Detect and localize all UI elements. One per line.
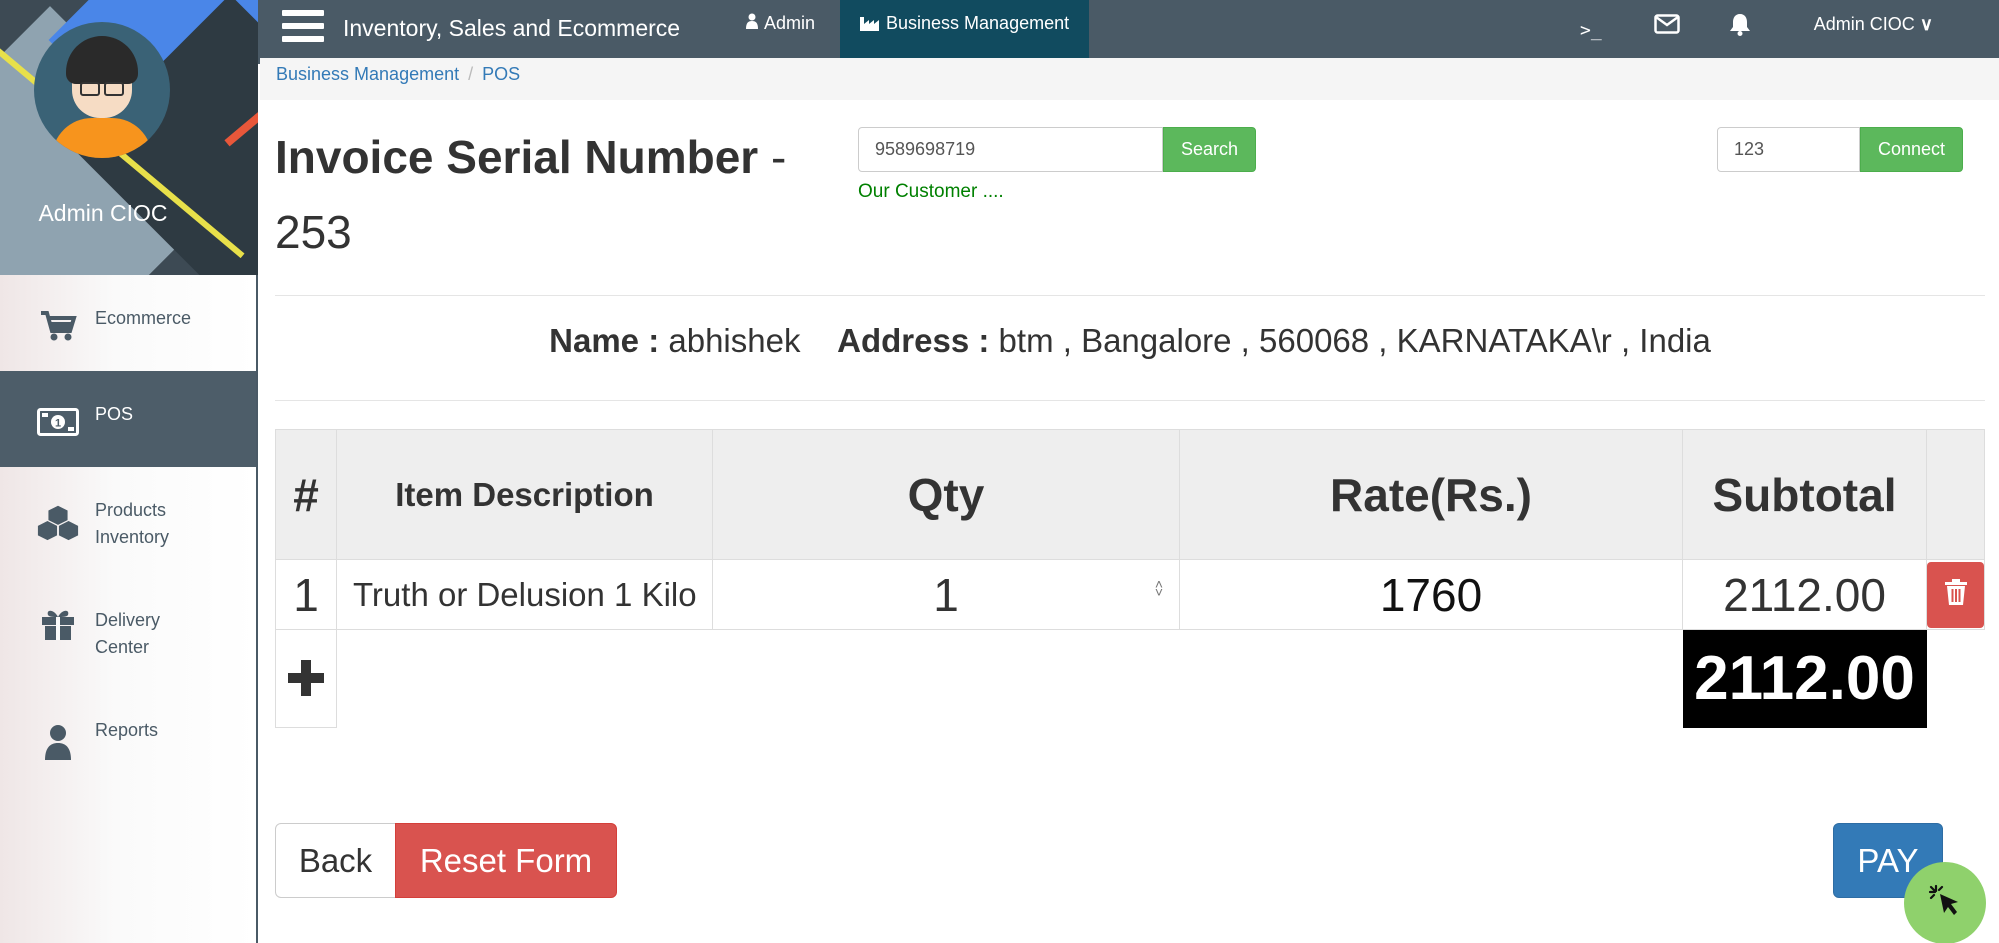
- avatar[interactable]: [34, 22, 170, 158]
- item-description-input[interactable]: Truth or Delusion 1 Kilo: [336, 559, 713, 630]
- plus-icon: [286, 647, 326, 710]
- spinner-arrows-icon[interactable]: ˄ ˅: [1155, 577, 1163, 599]
- top-navbar: Inventory, Sales and Ecommerce Admin Bus…: [258, 0, 1999, 64]
- sidebar-item-label: Delivery Center: [95, 610, 161, 657]
- sidebar-item-products-inventory[interactable]: Products Inventory: [0, 467, 256, 577]
- trash-icon: [1944, 579, 1967, 610]
- customer-name: abhishek: [668, 322, 801, 359]
- sidebar-item-delivery-center[interactable]: Delivery Center: [0, 577, 256, 687]
- column-header-actions: [1926, 429, 1985, 560]
- sidebar-item-reports[interactable]: Reports: [0, 687, 256, 783]
- add-row-button[interactable]: [275, 629, 337, 728]
- sidebar-item-label: Reports: [95, 720, 159, 740]
- connect-input[interactable]: [1717, 127, 1860, 172]
- divider: [275, 295, 1985, 296]
- invoice-number: 253: [275, 206, 352, 258]
- column-header-qty: Qty: [712, 429, 1180, 560]
- back-button[interactable]: Back: [275, 823, 396, 898]
- customer-address: btm , Bangalore , 560068 , KARNATAKA\r ,…: [998, 322, 1711, 359]
- invoice-items-table: # Item Description Qty Rate(Rs.) Subtota…: [275, 429, 1985, 728]
- column-header-rate: Rate(Rs.): [1179, 429, 1683, 560]
- bell-icon[interactable]: [1728, 12, 1752, 42]
- sidebar-item-ecommerce[interactable]: Ecommerce: [0, 275, 256, 371]
- cubes-icon: [36, 505, 80, 541]
- row-subtotal: 2112.00: [1682, 559, 1927, 630]
- table-row: 1 Truth or Delusion 1 Kilo 1 ˄ ˅ 1760 211…: [275, 559, 1985, 630]
- breadcrumb-business-management[interactable]: Business Management: [276, 64, 459, 84]
- connect-group: Connect: [1717, 127, 1964, 172]
- table-footer-row: 2112.00: [275, 629, 1985, 728]
- hamburger-menu-icon[interactable]: [282, 10, 324, 46]
- admin-link[interactable]: Admin: [746, 13, 815, 34]
- sidebar-item-label: Products Inventory: [95, 500, 170, 547]
- sidebar-item-pos[interactable]: 1 POS: [0, 371, 256, 467]
- envelope-icon[interactable]: [1654, 14, 1680, 40]
- sidebar: Admin CIOC Ecommerce 1 POS Products Inve…: [0, 0, 258, 943]
- breadcrumb-pos[interactable]: POS: [482, 64, 520, 84]
- industry-icon: [860, 15, 880, 36]
- svg-text:1: 1: [55, 418, 61, 430]
- customer-search-group: Search: [858, 127, 1257, 172]
- customer-search-input[interactable]: [858, 127, 1163, 172]
- floating-action-button[interactable]: [1904, 862, 1986, 943]
- quantity-stepper[interactable]: 1 ˄ ˅: [712, 559, 1180, 630]
- cursor-click-icon: [1926, 882, 1964, 925]
- divider: [275, 400, 1985, 401]
- money-icon: 1: [36, 405, 80, 439]
- column-header-number: #: [275, 429, 337, 560]
- search-button[interactable]: Search: [1163, 127, 1257, 172]
- profile-card: Admin CIOC: [0, 0, 258, 275]
- sidebar-item-label: Ecommerce: [95, 308, 192, 328]
- terminal-icon[interactable]: >_: [1580, 20, 1602, 41]
- customer-note: Our Customer ....: [858, 181, 1004, 202]
- grand-total: 2112.00: [1682, 629, 1927, 728]
- invoice-title: Invoice Serial Number - 253: [275, 131, 787, 258]
- user-icon: [746, 13, 758, 34]
- app-title: Inventory, Sales and Ecommerce: [343, 15, 681, 41]
- table-header-row: # Item Description Qty Rate(Rs.) Subtota…: [275, 429, 1985, 560]
- chevron-down-icon: ∨: [1919, 14, 1933, 34]
- row-actions: [1926, 559, 1985, 630]
- user-icon: [36, 725, 80, 760]
- rate-input[interactable]: 1760: [1179, 559, 1683, 630]
- cart-icon: [36, 309, 80, 343]
- breadcrumb: Business Management / POS: [260, 58, 1999, 100]
- customer-details: Name : abhishek Address : btm , Bangalor…: [549, 322, 1711, 359]
- profile-name: Admin CIOC: [38, 200, 168, 226]
- gift-icon: [36, 607, 80, 641]
- user-menu[interactable]: Admin CIOC ∨: [1814, 14, 1933, 35]
- delete-row-button[interactable]: [1927, 561, 1984, 628]
- column-header-subtotal: Subtotal: [1682, 429, 1927, 560]
- reset-form-button[interactable]: Reset Form: [395, 823, 617, 898]
- sidebar-item-label: POS: [95, 404, 134, 424]
- column-header-description: Item Description: [336, 429, 713, 560]
- business-management-link[interactable]: Business Management: [840, 0, 1090, 59]
- connect-button[interactable]: Connect: [1860, 127, 1964, 172]
- row-number: 1: [275, 559, 337, 630]
